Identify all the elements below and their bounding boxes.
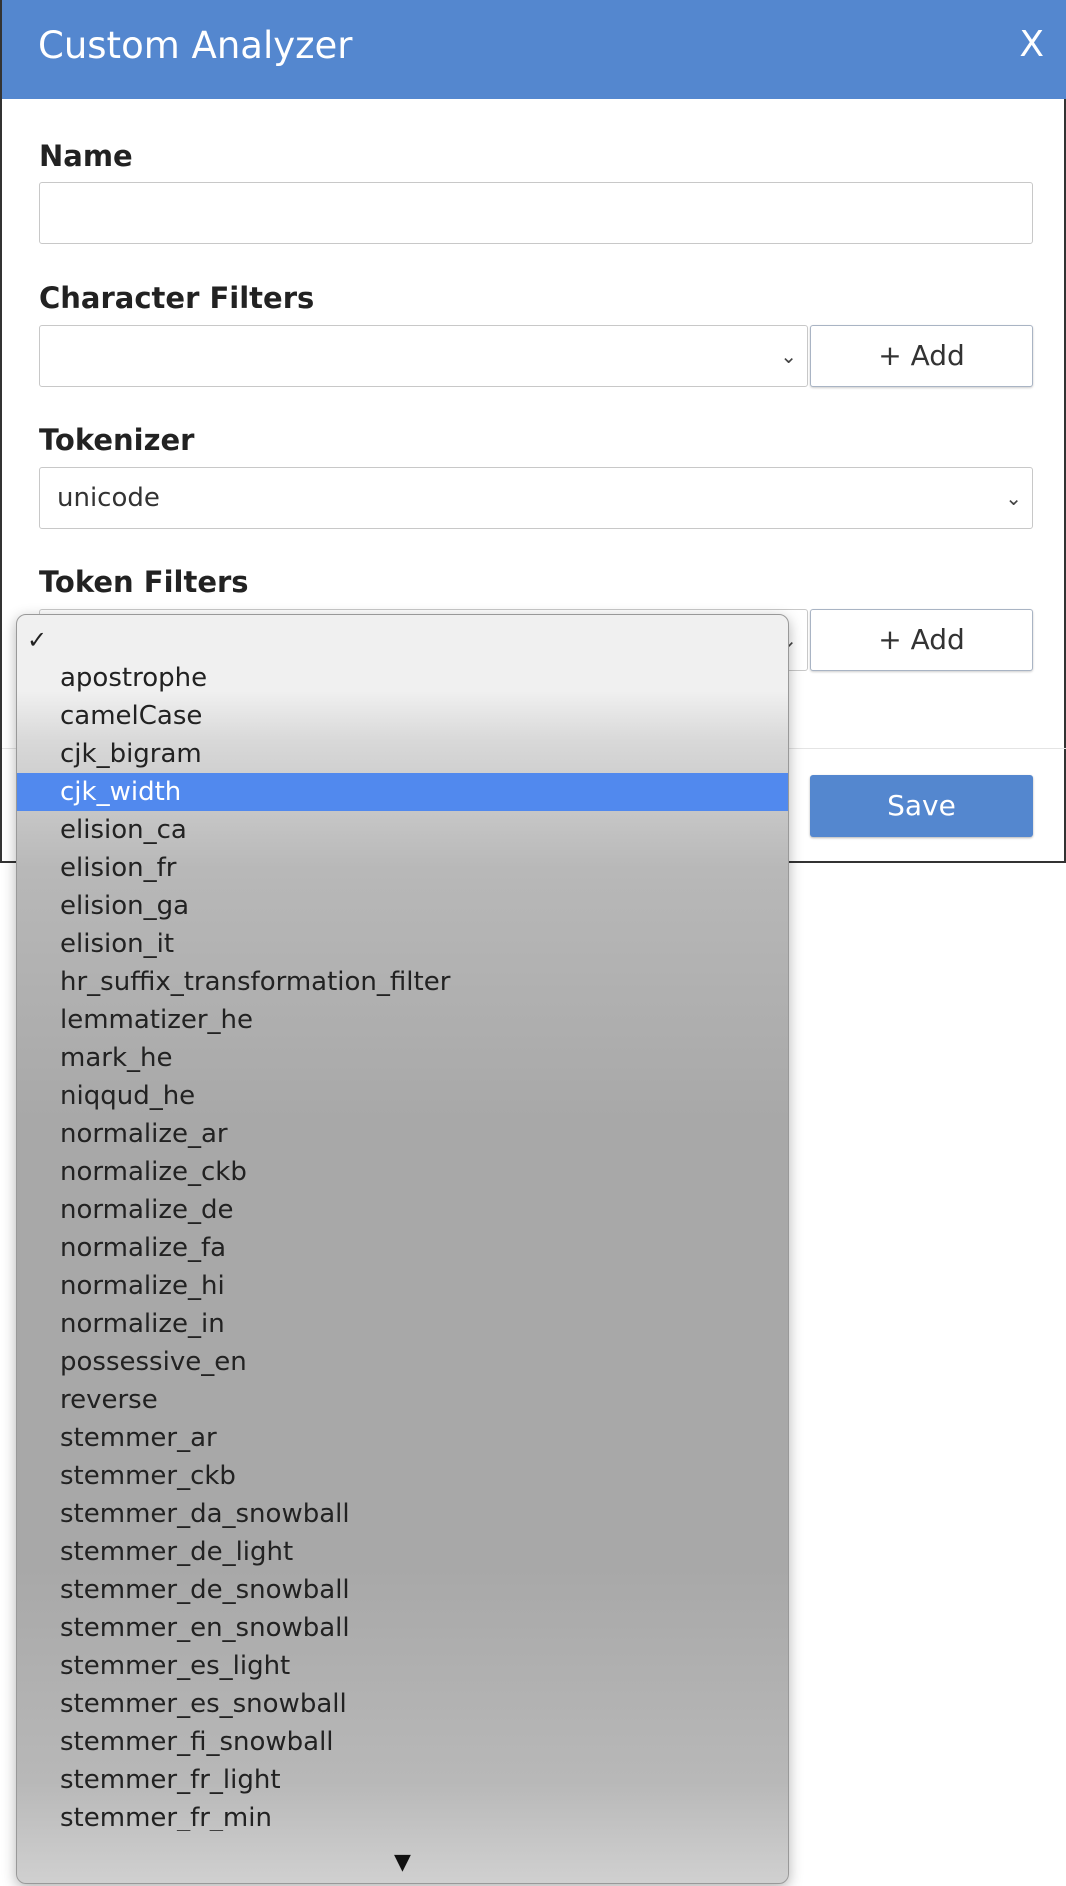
name-label: Name — [39, 139, 133, 173]
save-button[interactable]: Save — [810, 775, 1033, 837]
dropdown-option[interactable]: mark_he — [17, 1039, 788, 1077]
dialog-title: Custom Analyzer — [38, 24, 353, 67]
add-token-filter-button[interactable]: + Add — [810, 609, 1033, 671]
character-filters-label: Character Filters — [39, 281, 315, 315]
dropdown-option-label: lemmatizer_he — [60, 1005, 254, 1035]
dropdown-option[interactable]: ✓ — [17, 621, 788, 659]
character-filters-select[interactable]: ⌄ — [39, 325, 808, 387]
dropdown-option[interactable]: stemmer_en_snowball — [17, 1609, 788, 1647]
dropdown-option[interactable]: stemmer_ckb — [17, 1457, 788, 1495]
dropdown-option-label: stemmer_es_light — [60, 1651, 291, 1681]
dropdown-option-label: stemmer_ar — [60, 1423, 217, 1453]
dropdown-option[interactable]: stemmer_es_light — [17, 1647, 788, 1685]
dropdown-option-label: camelCase — [60, 701, 203, 731]
dropdown-option[interactable]: possessive_en — [17, 1343, 788, 1381]
scroll-down-arrow-icon[interactable]: ▼ — [17, 1850, 788, 1875]
token-filters-label: Token Filters — [39, 565, 249, 599]
dropdown-option[interactable]: normalize_ar — [17, 1115, 788, 1153]
dropdown-option[interactable]: reverse — [17, 1381, 788, 1419]
dropdown-option[interactable]: stemmer_fi_snowball — [17, 1723, 788, 1761]
chevron-down-icon: ⌄ — [1005, 486, 1022, 510]
dropdown-option-label: normalize_fa — [60, 1233, 227, 1263]
dropdown-option-label: normalize_hi — [60, 1271, 225, 1301]
dropdown-option[interactable]: stemmer_de_snowball — [17, 1571, 788, 1609]
dropdown-option[interactable]: stemmer_da_snowball — [17, 1495, 788, 1533]
dropdown-option-label: stemmer_es_snowball — [60, 1689, 347, 1719]
dropdown-option-label: stemmer_ckb — [60, 1461, 236, 1491]
dropdown-option-label: normalize_de — [60, 1195, 234, 1225]
dropdown-option-label: stemmer_da_snowball — [60, 1499, 350, 1529]
dropdown-option[interactable]: normalize_ckb — [17, 1153, 788, 1191]
tokenizer-value: unicode — [57, 483, 160, 513]
dropdown-option-label: mark_he — [60, 1043, 173, 1073]
dropdown-option-label: reverse — [60, 1385, 158, 1415]
dropdown-option-label: elision_ca — [60, 815, 187, 845]
dropdown-option[interactable]: elision_ca — [17, 811, 788, 849]
dropdown-option-label: stemmer_fr_min — [60, 1803, 272, 1831]
dropdown-option[interactable]: stemmer_ar — [17, 1419, 788, 1457]
dropdown-option-label: normalize_in — [60, 1309, 225, 1339]
dropdown-option-label: stemmer_de_light — [60, 1537, 294, 1567]
dropdown-option-label: cjk_width — [60, 777, 182, 807]
dropdown-items: ✓ apostrophe camelCase cjk_bigram cjk_widthe… — [17, 621, 788, 1831]
dropdown-option[interactable]: niqqud_he — [17, 1077, 788, 1115]
name-input[interactable] — [39, 182, 1033, 244]
dropdown-option[interactable]: elision_it — [17, 925, 788, 963]
dropdown-option[interactable]: normalize_in — [17, 1305, 788, 1343]
dropdown-option-label: elision_ga — [60, 891, 190, 921]
dropdown-option-label: elision_fr — [60, 853, 177, 883]
dropdown-option-label: elision_it — [60, 929, 175, 959]
dropdown-option[interactable]: cjk_bigram — [17, 735, 788, 773]
dropdown-option-label: normalize_ar — [60, 1119, 228, 1149]
dropdown-option[interactable]: stemmer_es_snowball — [17, 1685, 788, 1723]
dropdown-option-label: stemmer_de_snowball — [60, 1575, 350, 1605]
dialog-header: Custom Analyzer X — [2, 0, 1066, 99]
dropdown-option-label: stemmer_fr_light — [60, 1765, 281, 1795]
dropdown-option[interactable]: cjk_width — [17, 773, 788, 811]
checkmark-icon: ✓ — [27, 626, 48, 654]
dropdown-option-label: cjk_bigram — [60, 739, 202, 769]
close-button[interactable]: X — [1019, 24, 1044, 65]
dropdown-option-label: apostrophe — [60, 663, 208, 693]
dropdown-option[interactable]: lemmatizer_he — [17, 1001, 788, 1039]
dropdown-option[interactable]: stemmer_fr_min — [17, 1799, 788, 1831]
dropdown-option[interactable]: elision_ga — [17, 887, 788, 925]
dropdown-option-label: stemmer_en_snowball — [60, 1613, 350, 1643]
dropdown-option[interactable]: camelCase — [17, 697, 788, 735]
chevron-down-icon: ⌄ — [780, 344, 797, 368]
dropdown-option-label: stemmer_fi_snowball — [60, 1727, 334, 1757]
dropdown-option[interactable]: normalize_hi — [17, 1267, 788, 1305]
dropdown-option[interactable]: apostrophe — [17, 659, 788, 697]
dropdown-option[interactable]: stemmer_de_light — [17, 1533, 788, 1571]
tokenizer-select[interactable]: unicode ⌄ — [39, 467, 1033, 529]
dropdown-option-label: niqqud_he — [60, 1081, 196, 1111]
add-character-filter-button[interactable]: + Add — [810, 325, 1033, 387]
tokenizer-label: Tokenizer — [39, 423, 195, 457]
token-filters-dropdown-menu[interactable]: ✓ apostrophe camelCase cjk_bigram cjk_widthe… — [16, 614, 789, 1884]
dropdown-option-label: possessive_en — [60, 1347, 247, 1377]
dropdown-option-label: normalize_ckb — [60, 1157, 247, 1187]
dropdown-option[interactable]: hr_suffix_transformation_filter — [17, 963, 788, 1001]
dropdown-option[interactable]: stemmer_fr_light — [17, 1761, 788, 1799]
dropdown-option-label: hr_suffix_transformation_filter — [60, 967, 451, 997]
dropdown-option[interactable]: normalize_fa — [17, 1229, 788, 1267]
dropdown-option[interactable]: normalize_de — [17, 1191, 788, 1229]
dropdown-option[interactable]: elision_fr — [17, 849, 788, 887]
